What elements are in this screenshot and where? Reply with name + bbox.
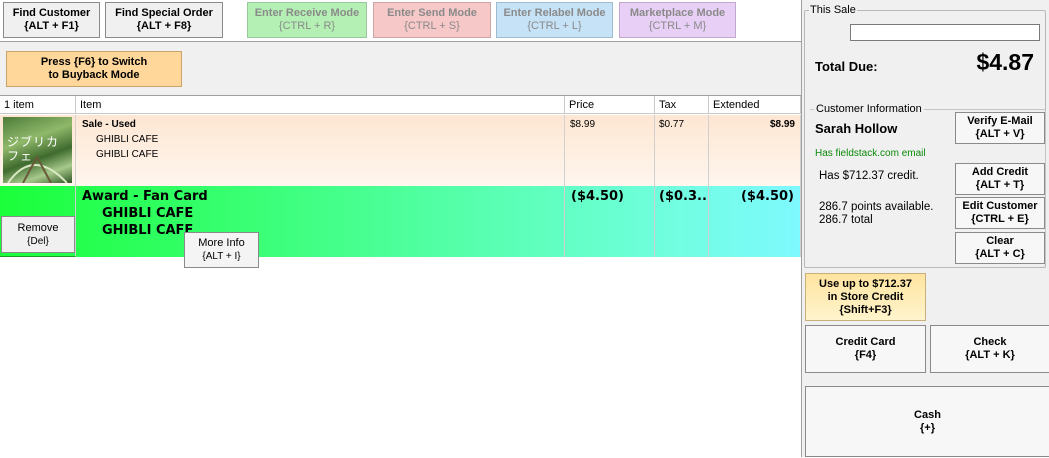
relabel-mode-button[interactable]: Enter Relabel Mode {CTRL + L}	[496, 2, 613, 38]
find-special-order-button[interactable]: Find Special Order {ALT + F8}	[105, 2, 223, 38]
clear-customer-label: Clear	[986, 235, 1014, 247]
row-item-cell: Award - Fan Card GHIBLI CAFE GHIBLI CAFE	[76, 186, 565, 257]
check-shortcut: {ALT + K}	[965, 349, 1015, 361]
row-tax: $0.77	[655, 115, 709, 186]
customer-info-legend: Customer Information	[816, 103, 922, 115]
send-mode-shortcut: {CTRL + S}	[404, 20, 460, 32]
verify-email-button[interactable]: Verify E-Mail {ALT + V}	[955, 112, 1045, 144]
row-title: Sale - Used	[82, 119, 136, 130]
row-line1: GHIBLI CAFE	[96, 134, 159, 145]
edit-customer-shortcut: {CTRL + E}	[971, 213, 1029, 225]
clear-customer-shortcut: {ALT + C}	[975, 248, 1025, 260]
find-special-order-shortcut: {ALT + F8}	[136, 20, 192, 32]
store-credit-shortcut: {Shift+F3}	[839, 303, 892, 316]
credit-card-button[interactable]: Credit Card {F4}	[805, 325, 926, 373]
header-item: Item	[76, 96, 565, 114]
more-info-label: More Info	[198, 237, 245, 249]
remove-shortcut: {Del}	[27, 235, 49, 247]
add-credit-button[interactable]: Add Credit {ALT + T}	[955, 163, 1045, 195]
cash-label: Cash	[914, 408, 941, 421]
row-thumbnail-cell: ジブリカフェ	[0, 115, 76, 186]
buyback-mode-button[interactable]: Press {F6} to Switch to Buyback Mode	[6, 51, 182, 87]
sale-summary-panel: This Sale Total Due: $4.87 Customer Info…	[801, 0, 1049, 457]
marketplace-mode-shortcut: {CTRL + M}	[648, 20, 707, 32]
relabel-mode-shortcut: {CTRL + L}	[527, 20, 582, 32]
row-extended: $8.99	[709, 115, 801, 186]
row-action-cell: Remove {Del}	[0, 186, 76, 257]
find-customer-button[interactable]: Find Customer {ALT + F1}	[3, 2, 100, 38]
row-line2: GHIBLI CAFE	[96, 149, 159, 160]
more-info-button[interactable]: More Info {ALT + I}	[184, 232, 259, 268]
sale-input[interactable]	[850, 24, 1040, 41]
points-available: 286.7 points available.	[819, 201, 934, 213]
thumbnail-text: ジブリカフェ	[7, 135, 60, 163]
row-price: ($4.50)	[565, 186, 655, 257]
clear-customer-button[interactable]: Clear {ALT + C}	[955, 232, 1045, 264]
total-due-label: Total Due:	[815, 59, 878, 74]
send-mode-label: Enter Send Mode	[387, 7, 477, 19]
customer-credit: Has $712.37 credit.	[819, 170, 919, 182]
header-extended: Extended	[709, 96, 801, 114]
verify-email-shortcut: {ALT + V}	[975, 128, 1025, 140]
remove-label: Remove	[17, 221, 59, 234]
marketplace-mode-label: Marketplace Mode	[629, 7, 726, 19]
header-price: Price	[565, 96, 655, 114]
buyback-line2: to Buyback Mode	[48, 69, 140, 81]
credit-card-label: Credit Card	[835, 336, 896, 348]
cash-shortcut: {+}	[920, 421, 935, 434]
table-row[interactable]: ジブリカフェ Sale - Used GHIBLI CAFE GHIBLI CA…	[0, 115, 801, 186]
table-row[interactable]: Remove {Del} Award - Fan Card GHIBLI CAF…	[0, 186, 801, 257]
receive-mode-shortcut: {CTRL + R}	[278, 20, 336, 32]
points-total: 286.7 total	[819, 214, 873, 226]
receive-mode-button[interactable]: Enter Receive Mode {CTRL + R}	[247, 2, 367, 38]
email-status: Has fieldstack.com email	[815, 148, 926, 159]
line-items-grid: 1 item Item Price Tax Extended ジブリカフェ Sa…	[0, 95, 801, 458]
store-credit-button[interactable]: Use up to $712.37 in Store Credit {Shift…	[805, 273, 926, 321]
check-label: Check	[973, 336, 1007, 348]
row-price: $8.99	[565, 115, 655, 186]
row-tax: ($0.3...	[655, 186, 709, 257]
credit-card-shortcut: {F4}	[854, 349, 877, 361]
row-line2: GHIBLI CAFE	[102, 223, 194, 238]
row-title: Award - Fan Card	[82, 189, 208, 204]
store-credit-line2: in Store Credit	[827, 290, 904, 303]
total-due-value: $4.87	[976, 49, 1034, 75]
row-extended: ($4.50)	[709, 186, 801, 257]
add-credit-label: Add Credit	[971, 166, 1029, 178]
item-thumbnail: ジブリカフェ	[3, 117, 72, 183]
send-mode-button[interactable]: Enter Send Mode {CTRL + S}	[373, 2, 491, 38]
cash-button[interactable]: Cash {+}	[805, 386, 1049, 457]
relabel-mode-label: Enter Relabel Mode	[503, 7, 606, 19]
receive-mode-label: Enter Receive Mode	[254, 7, 360, 19]
row-item-cell: Sale - Used GHIBLI CAFE GHIBLI CAFE	[76, 115, 565, 186]
marketplace-mode-button[interactable]: Marketplace Mode {CTRL + M}	[619, 2, 736, 38]
edit-customer-label: Edit Customer	[962, 200, 1038, 212]
customer-name: Sarah Hollow	[815, 121, 898, 136]
buyback-line1: Press {F6} to Switch	[40, 56, 148, 68]
more-info-shortcut: {ALT + I}	[202, 251, 241, 262]
find-special-order-label: Find Special Order	[115, 7, 213, 19]
find-customer-label: Find Customer	[12, 7, 91, 19]
edit-customer-button[interactable]: Edit Customer {CTRL + E}	[955, 197, 1045, 229]
check-button[interactable]: Check {ALT + K}	[930, 325, 1049, 373]
header-item-count: 1 item	[0, 96, 76, 114]
remove-button[interactable]: Remove {Del}	[1, 216, 75, 253]
store-credit-line1: Use up to $712.37	[819, 277, 912, 290]
this-sale-legend: This Sale	[810, 4, 856, 16]
row-line1: GHIBLI CAFE	[102, 206, 194, 221]
find-customer-shortcut: {ALT + F1}	[24, 20, 79, 32]
verify-email-label: Verify E-Mail	[967, 115, 1033, 127]
header-tax: Tax	[655, 96, 709, 114]
add-credit-shortcut: {ALT + T}	[975, 179, 1025, 191]
